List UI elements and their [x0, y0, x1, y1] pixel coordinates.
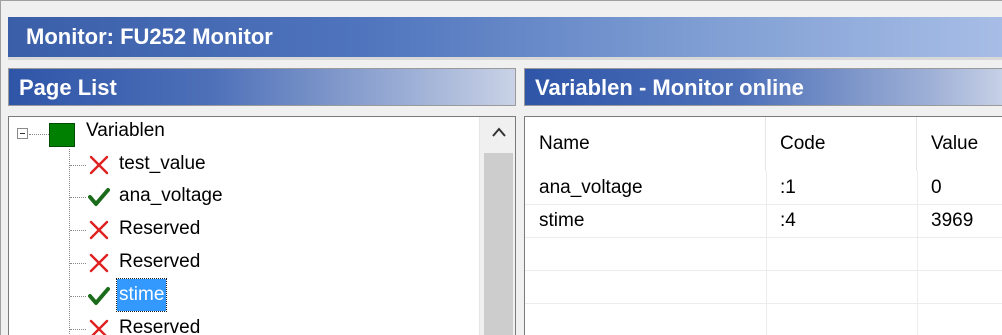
cell-text: stime — [539, 210, 585, 231]
page-list-title: Page List — [19, 75, 117, 100]
green-check-icon — [88, 287, 110, 305]
monitor-panel: Variablen - Monitor online Name Code Val… — [524, 60, 1002, 335]
table-cell-code[interactable]: :1 — [766, 171, 917, 204]
tree-item-selected[interactable]: stime — [9, 278, 479, 312]
tree-root-label: Variablen — [86, 120, 165, 141]
tree-item[interactable]: Reserved — [9, 213, 479, 245]
tree-connector — [70, 329, 86, 330]
tree-item-label: ana_voltage — [119, 185, 223, 206]
tree-item-label: Reserved — [119, 317, 201, 335]
tree-item[interactable]: test_value — [9, 148, 479, 180]
cell-text: :4 — [780, 210, 796, 231]
tree-item-label: Reserved — [119, 251, 201, 272]
column-header-value[interactable]: Value — [917, 117, 1002, 171]
cell-text: 3969 — [931, 210, 974, 231]
tree-connector — [70, 296, 86, 297]
tree-root-variablen[interactable]: Variablen — [9, 117, 479, 149]
tree-item-label: test_value — [119, 153, 206, 174]
page-tree[interactable]: Variablen test_value ana_voltage Reserve… — [8, 116, 516, 335]
page-list-panel: Page List Variablen test_value ana_volta… — [8, 60, 516, 335]
column-header-label: Code — [780, 133, 826, 154]
column-header-name[interactable]: Name — [525, 117, 766, 171]
table-cell-name[interactable]: ana_voltage — [525, 171, 766, 204]
folder-green-icon — [49, 123, 75, 147]
table-cell-name[interactable]: stime — [525, 204, 766, 237]
tree-connector — [70, 197, 86, 198]
scroll-up-button[interactable] — [480, 117, 515, 149]
table-cell-value[interactable]: 0 — [917, 171, 1002, 204]
table-cell-value[interactable]: 3969 — [917, 204, 1002, 237]
red-x-icon — [89, 220, 109, 240]
grid-line — [525, 303, 1002, 304]
tree-connector — [70, 230, 86, 231]
cell-text: :1 — [780, 177, 796, 198]
cell-text: ana_voltage — [539, 177, 643, 198]
column-header-code[interactable]: Code — [766, 117, 917, 171]
monitor-header: Variablen - Monitor online — [524, 68, 1002, 106]
tree-item[interactable]: Reserved — [9, 312, 479, 335]
red-x-icon — [89, 253, 109, 273]
tree-connector — [70, 165, 86, 166]
tree-item-label: stime — [115, 278, 168, 312]
tree-item-label: Reserved — [119, 218, 201, 239]
grid-line — [525, 237, 1002, 238]
red-x-icon — [89, 319, 109, 335]
minus-box-icon[interactable] — [17, 128, 28, 139]
tree-item[interactable]: ana_voltage — [9, 180, 479, 212]
tree-connector — [70, 263, 86, 264]
column-header-label: Value — [931, 133, 979, 154]
window-title-bar[interactable]: Monitor: FU252 Monitor — [8, 17, 1002, 57]
green-check-icon — [88, 188, 110, 206]
red-x-icon — [89, 155, 109, 175]
column-header-label: Name — [539, 133, 590, 154]
scroll-thumb[interactable] — [484, 153, 513, 335]
table-cell-code[interactable]: :4 — [766, 204, 917, 237]
tree-item[interactable]: Reserved — [9, 246, 479, 278]
cell-text: 0 — [931, 177, 942, 198]
chevron-up-icon — [492, 127, 506, 137]
tree-scrollbar[interactable] — [479, 117, 515, 335]
window-title: Monitor: FU252 Monitor — [26, 24, 273, 49]
grid-line — [525, 270, 1002, 271]
monitor-title: Variablen - Monitor online — [535, 75, 804, 100]
monitor-table[interactable]: Name Code Value ana_voltage :1 0 stime : — [524, 116, 1002, 335]
page-list-header: Page List — [8, 68, 516, 106]
